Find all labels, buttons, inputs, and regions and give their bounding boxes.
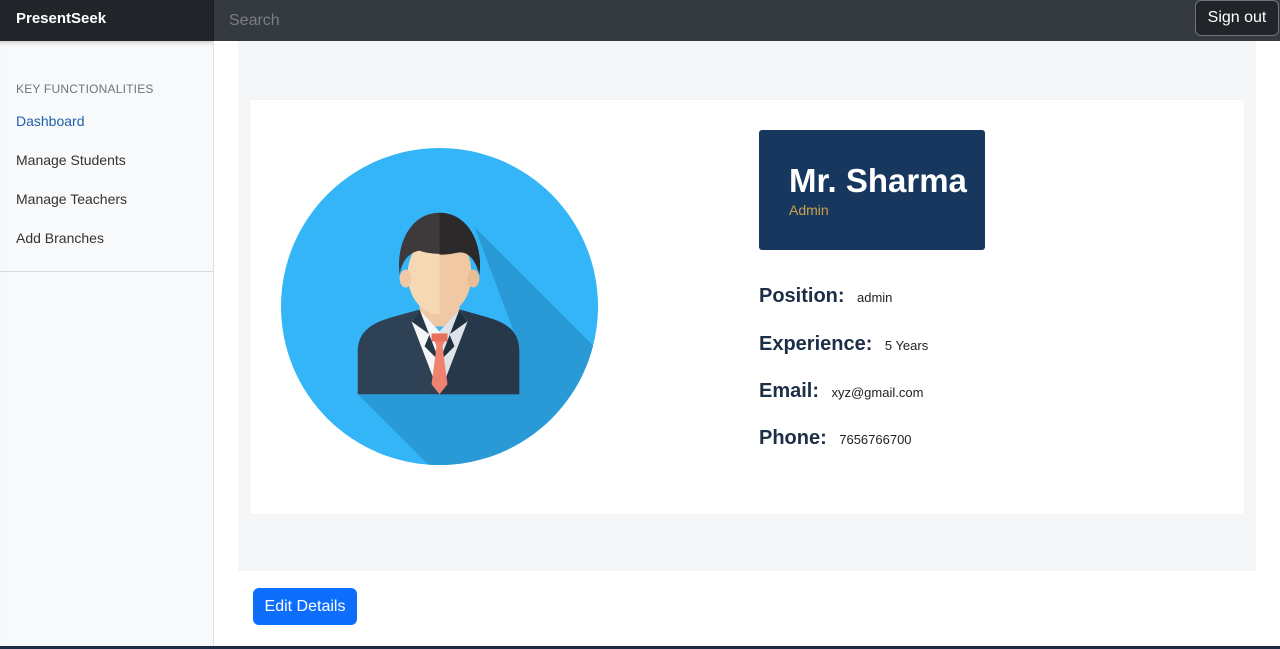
sidebar-item-add-branches[interactable]: Add Branches [16, 230, 104, 246]
sidebar-divider [0, 271, 213, 272]
field-label: Position: [759, 285, 845, 307]
sidebar-item-manage-teachers[interactable]: Manage Teachers [16, 191, 127, 207]
top-navbar: PresentSeek Sign out [0, 0, 1280, 41]
profile-name-box: Mr. Sharma Admin [759, 130, 985, 250]
search-input[interactable] [214, 0, 1184, 41]
field-position: Position: admin [759, 285, 892, 308]
field-experience: Experience: 5 Years [759, 333, 928, 356]
sidebar-item-manage-students[interactable]: Manage Students [16, 152, 126, 168]
sidebar-heading: KEY FUNCTIONALITIES [16, 82, 154, 96]
field-label: Phone: [759, 427, 827, 449]
field-value: 5 Years [884, 338, 929, 353]
sign-out-button[interactable]: Sign out [1195, 0, 1279, 36]
field-value: 7656766700 [839, 432, 912, 447]
edit-details-button[interactable]: Edit Details [253, 588, 357, 625]
profile-role: Admin [789, 202, 829, 218]
field-label: Email: [759, 380, 820, 402]
field-value: admin [857, 290, 893, 305]
brand-logo[interactable]: PresentSeek [0, 0, 214, 41]
profile-name: Mr. Sharma [789, 162, 967, 199]
sidebar-item-dashboard[interactable]: Dashboard [16, 113, 85, 129]
user-avatar-icon [280, 147, 599, 466]
sidebar: KEY FUNCTIONALITIES Dashboard Manage Stu… [0, 41, 214, 646]
field-phone: Phone: 7656766700 [759, 427, 912, 450]
field-value: xyz@gmail.com [831, 385, 924, 400]
field-label: Experience: [759, 333, 873, 355]
field-email: Email: xyz@gmail.com [759, 380, 923, 403]
